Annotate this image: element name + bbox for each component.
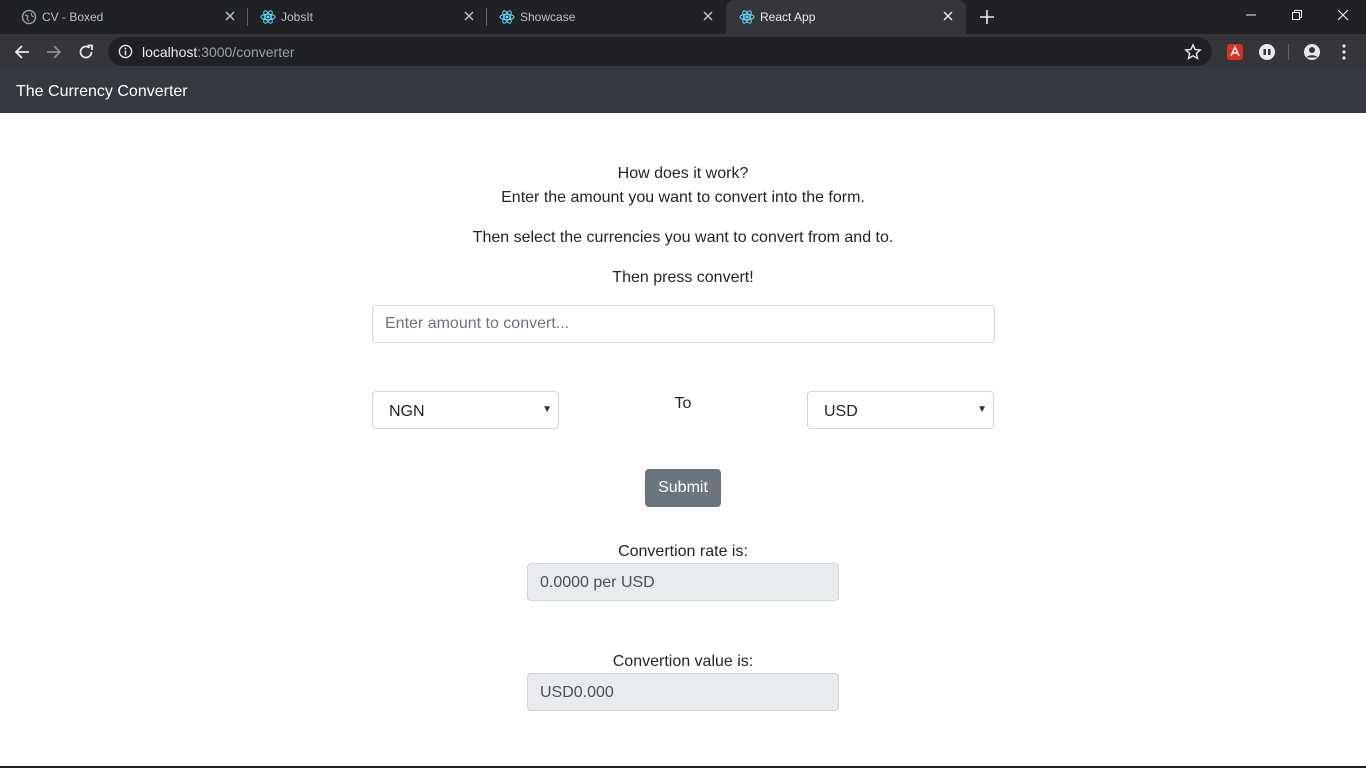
address-bar[interactable]: localhost:3000/converter <box>108 37 1212 66</box>
forward-button[interactable] <box>42 40 66 64</box>
menu-button[interactable] <box>1334 42 1354 62</box>
tab-react-app[interactable]: React App <box>726 0 966 34</box>
minimize-button[interactable] <box>1228 0 1274 30</box>
close-icon[interactable] <box>940 8 956 24</box>
tab-title: JobsIt <box>281 10 314 24</box>
rate-output: 0.0000 per USD <box>527 563 839 601</box>
react-icon <box>260 10 276 24</box>
close-window-button[interactable] <box>1320 0 1366 30</box>
tab-title: Showcase <box>520 10 576 24</box>
more-vert-icon <box>1342 44 1346 60</box>
bookmark-star-icon[interactable] <box>1184 43 1202 61</box>
instructions-step-1: Enter the amount you want to convert int… <box>501 189 865 206</box>
extension-red-icon <box>1227 44 1243 60</box>
instructions-step-3: Then press convert! <box>612 269 754 286</box>
submit-button[interactable]: Submit <box>645 469 721 507</box>
url-path: :3000/converter <box>197 44 295 60</box>
value-label: Convertion value is: <box>612 653 754 670</box>
close-icon <box>1337 9 1349 21</box>
minimize-icon <box>1246 14 1256 16</box>
arrow-right-icon <box>47 45 62 59</box>
rate-label: Convertion rate is: <box>618 543 748 560</box>
browser-toolbar: localhost:3000/converter <box>0 34 1366 70</box>
profile-button[interactable] <box>1302 42 1322 62</box>
value-output: USD0.000 <box>527 673 839 711</box>
instructions-step-2: Then select the currencies you want to c… <box>472 229 894 246</box>
value-value: USD0.000 <box>540 684 614 701</box>
extension-circle-icon <box>1259 44 1275 60</box>
react-icon <box>739 10 755 24</box>
to-currency-select[interactable]: USD ▼ <box>807 391 994 429</box>
react-icon <box>499 10 515 24</box>
arrow-left-icon <box>14 45 29 59</box>
new-tab-button[interactable] <box>976 6 998 28</box>
restore-button[interactable] <box>1274 0 1320 30</box>
tab-showcase[interactable]: Showcase <box>486 0 726 34</box>
tab-title: CV - Boxed <box>42 10 104 24</box>
plus-icon <box>980 10 994 24</box>
restore-icon <box>1292 10 1302 20</box>
back-button[interactable] <box>10 40 34 64</box>
close-icon[interactable] <box>222 8 238 24</box>
browser-tab-strip: CV - Boxed JobsIt Showcase React App <box>0 0 1366 34</box>
instructions-heading: How does it work? <box>617 165 749 182</box>
caret-down-icon: ▼ <box>977 404 987 415</box>
main-content: How does it work? Enter the amount you w… <box>0 113 1366 768</box>
tab-cv-boxed[interactable]: CV - Boxed <box>8 0 248 34</box>
toolbar-divider <box>1288 44 1289 60</box>
extension-icon[interactable] <box>1225 42 1245 62</box>
extension-icon[interactable] <box>1257 42 1277 62</box>
reload-button[interactable] <box>74 40 98 64</box>
url-host: localhost <box>142 44 198 60</box>
tab-jobsit[interactable]: JobsIt <box>247 0 487 34</box>
rate-value: 0.0000 per USD <box>540 574 655 591</box>
close-icon[interactable] <box>461 8 477 24</box>
to-currency-value: USD <box>824 403 858 420</box>
url-text: localhost:3000/converter <box>142 44 295 60</box>
globe-icon <box>21 9 37 25</box>
info-icon[interactable] <box>118 44 133 59</box>
amount-input[interactable] <box>372 305 995 343</box>
reload-icon <box>79 44 93 59</box>
to-label: To <box>674 395 692 412</box>
close-icon[interactable] <box>700 8 716 24</box>
navbar-brand[interactable]: The Currency Converter <box>16 83 188 101</box>
tab-title: React App <box>760 10 816 24</box>
account-icon <box>1304 44 1320 60</box>
app-navbar: The Currency Converter <box>0 70 1366 113</box>
